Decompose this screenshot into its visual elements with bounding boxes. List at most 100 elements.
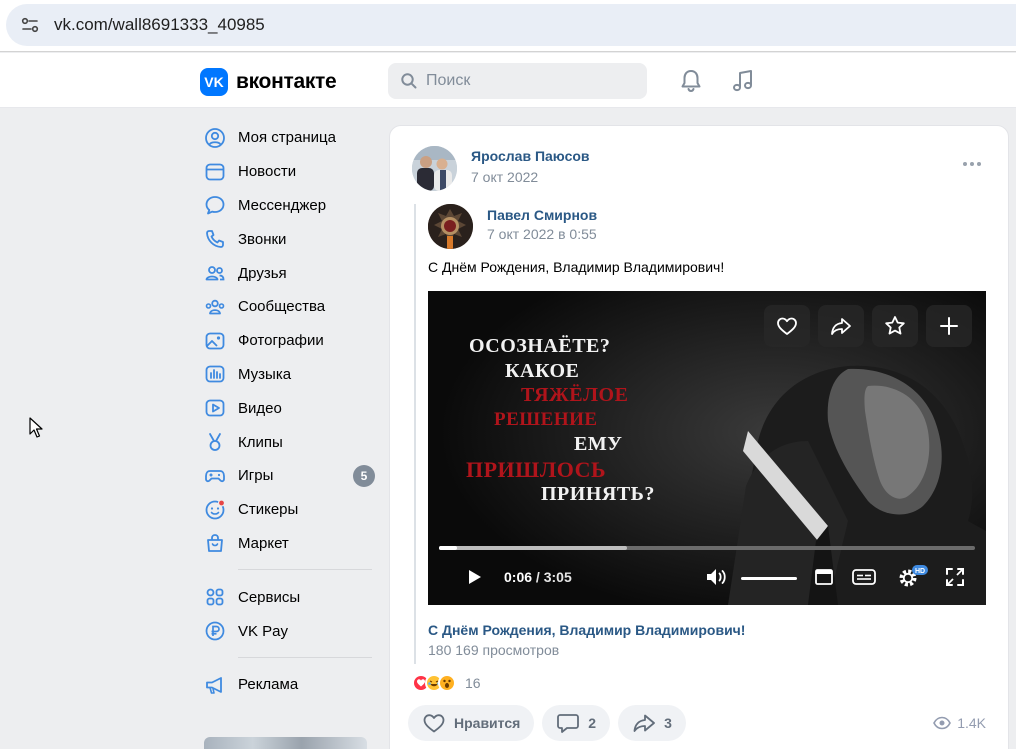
more-options-icon[interactable]	[963, 162, 983, 170]
sidebar-item-communities[interactable]: Сообщества	[200, 290, 380, 324]
like-label: Нравится	[454, 715, 521, 731]
stickers-icon	[204, 499, 226, 521]
fullscreen-icon[interactable]	[944, 565, 966, 589]
sidebar-item-label: Новости	[238, 163, 297, 181]
overlay-text-line: ОСОЗНАЁТЕ?	[469, 335, 611, 357]
like-button[interactable]: Нравится	[408, 705, 535, 741]
sidebar-item-news[interactable]: Новости	[200, 155, 380, 189]
repost-divider	[414, 204, 416, 664]
video-views: 180 169 просмотров	[428, 642, 560, 658]
reactions-count: 16	[465, 675, 481, 691]
sidebar-item-label: Звонки	[238, 230, 287, 248]
sidebar-item-photos[interactable]: Фотографии	[200, 324, 380, 358]
address-bar[interactable]: vk.com/wall8691333_40985	[6, 4, 1016, 46]
sidebar-item-label: Стикеры	[238, 501, 299, 519]
volume-icon[interactable]	[704, 565, 730, 589]
overlay-text-line: ПРИНЯТЬ?	[541, 483, 655, 505]
overlay-text-line: ЕМУ	[574, 433, 623, 455]
bell-icon[interactable]	[678, 68, 704, 94]
vk-logo[interactable]: VK вконтакте	[200, 68, 337, 96]
messenger-icon	[204, 194, 226, 216]
post-author-name[interactable]: Ярослав Паюсов	[471, 148, 590, 164]
games-counter-badge: 5	[353, 464, 375, 487]
video-progress-bar[interactable]	[439, 546, 975, 550]
sidebar-item-stickers[interactable]: Стикеры	[200, 493, 380, 527]
sidebar-item-vkpay[interactable]: VK Pay	[200, 614, 380, 648]
services-grid-icon	[204, 586, 226, 608]
communities-icon	[204, 296, 226, 318]
site-header: VK вконтакте	[0, 53, 1016, 108]
sidebar-item-label: Фотографии	[238, 332, 324, 350]
post-views: 1.4K	[933, 715, 986, 731]
shares-count: 3	[664, 715, 672, 731]
share-arrow-icon	[633, 714, 655, 732]
sidebar-promo-image[interactable]	[204, 737, 367, 749]
games-icon	[204, 465, 226, 487]
sidebar-item-messenger[interactable]: Мессенджер	[200, 189, 380, 223]
repost-author-avatar[interactable]	[428, 204, 473, 249]
video-bookmark-button[interactable]	[872, 305, 918, 347]
music-note-icon[interactable]	[730, 68, 756, 94]
clips-icon	[204, 431, 226, 453]
browser-toolbar: vk.com/wall8691333_40985	[0, 0, 1016, 52]
volume-slider[interactable]	[741, 577, 797, 580]
vk-logo-text: вконтакте	[236, 70, 337, 93]
profile-icon	[204, 127, 226, 149]
sidebar-divider	[238, 569, 372, 571]
heart-outline-icon	[423, 714, 445, 733]
url-text[interactable]: vk.com/wall8691333_40985	[54, 15, 265, 35]
sidebar-item-clips[interactable]: Клипы	[200, 425, 380, 459]
play-icon[interactable]	[464, 565, 486, 589]
views-count: 1.4K	[957, 715, 986, 731]
miniplayer-icon[interactable]	[813, 565, 835, 589]
post-date[interactable]: 7 окт 2022	[471, 169, 538, 185]
music-icon	[204, 363, 226, 385]
sidebar-item-music[interactable]: Музыка	[200, 358, 380, 392]
sidebar-item-games[interactable]: Игры 5	[200, 459, 380, 493]
sidebar-item-label: Видео	[238, 399, 282, 417]
reactions-summary[interactable]: 16	[412, 674, 481, 692]
sidebar-item-video[interactable]: Видео	[200, 391, 380, 425]
video-add-button[interactable]	[926, 305, 972, 347]
video-share-button[interactable]	[818, 305, 864, 347]
sidebar-item-label: Реклама	[238, 676, 299, 694]
megaphone-icon	[204, 674, 226, 696]
share-button[interactable]: 3	[618, 705, 686, 741]
search-input[interactable]	[426, 72, 626, 90]
plus-icon	[940, 317, 958, 335]
vk-logo-icon: VK	[200, 68, 228, 96]
overlay-text-line: КАКОЕ	[505, 360, 580, 382]
search-box[interactable]	[388, 63, 647, 99]
sidebar-item-market[interactable]: Маркет	[200, 527, 380, 561]
video-icon	[204, 397, 226, 419]
wall-post: Ярослав Паюсов 7 окт 2022 Павел Смирнов …	[389, 125, 1009, 749]
sidebar-item-calls[interactable]: Звонки	[200, 222, 380, 256]
video-title-link[interactable]: С Днём Рождения, Владимир Владимирович!	[428, 622, 745, 638]
video-player[interactable]: ОСОЗНАЁТЕ? КАКОЕ ТЯЖЁЛОЕ РЕШЕНИЕ ЕМУ ПРИ…	[428, 291, 986, 605]
site-info-icon[interactable]	[20, 15, 40, 35]
video-current-time: 0:06	[504, 569, 533, 585]
photos-icon	[204, 330, 226, 352]
phone-icon	[204, 228, 226, 250]
video-played	[439, 546, 457, 550]
video-time-separator: /	[532, 569, 544, 585]
wow-reaction-icon	[438, 674, 456, 692]
post-actions: Нравится 2 3	[408, 705, 686, 741]
video-like-button[interactable]	[764, 305, 810, 347]
sidebar-item-label: Друзья	[238, 264, 287, 282]
sidebar-item-friends[interactable]: Друзья	[200, 256, 380, 290]
sidebar-item-label: Моя страница	[238, 129, 336, 147]
author-avatar[interactable]	[412, 146, 457, 191]
sidebar-item-ads[interactable]: Реклама	[200, 668, 380, 702]
sidebar-item-my-page[interactable]: Моя страница	[200, 121, 380, 155]
sidebar-item-label: Сообщества	[238, 298, 326, 316]
subtitles-icon[interactable]	[851, 565, 877, 589]
market-bag-icon	[204, 532, 226, 554]
settings-gear-icon[interactable]: HD	[896, 565, 928, 589]
overlay-text-line: РЕШЕНИЕ	[494, 409, 598, 430]
repost-date[interactable]: 7 окт 2022 в 0:55	[487, 226, 597, 242]
comment-button[interactable]: 2	[542, 705, 611, 741]
sidebar-item-services[interactable]: Сервисы	[200, 580, 380, 614]
friends-icon	[204, 262, 226, 284]
repost-author-name[interactable]: Павел Смирнов	[487, 207, 597, 223]
